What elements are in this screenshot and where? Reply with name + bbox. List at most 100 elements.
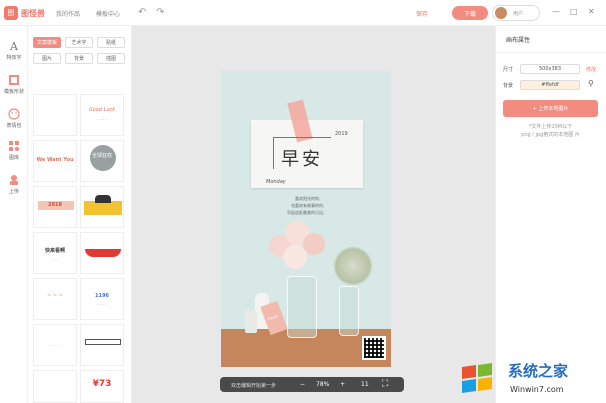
maximize-icon[interactable]: □ (570, 7, 578, 16)
close-icon[interactable]: ✕ (588, 7, 595, 16)
thumb-text: 2018 (48, 202, 62, 208)
rail-label: 特效字 (6, 55, 22, 61)
poster-flowers (269, 221, 327, 273)
rail-label: 模板形状 (3, 89, 24, 95)
panel-title: 画布属性 (506, 37, 531, 44)
poster-vase (287, 276, 317, 338)
size-input[interactable]: 500x383 (520, 64, 580, 74)
template-thumb[interactable]: 1196 · · · · (80, 278, 124, 320)
zoom-in-button[interactable]: + (340, 381, 345, 388)
background-color-input[interactable]: #ffefdf (520, 80, 580, 90)
rail-item-effect-text[interactable]: A 特效字 (0, 40, 28, 61)
template-thumb[interactable]: ~ ~ ~ (33, 278, 77, 320)
rail-label: 表情包 (6, 123, 22, 129)
thumb-text-sub: · · · · (96, 302, 108, 308)
template-thumb[interactable]: Good Luck · · · · (80, 94, 124, 136)
poster-line: 也喜欢有故事的你, (291, 203, 325, 208)
poster-babysbreath (333, 246, 373, 286)
rail-item-emoji[interactable]: 表情包 (0, 108, 28, 129)
template-thumb[interactable] (33, 94, 77, 136)
template-thumb[interactable] (33, 370, 77, 403)
watermark-url: Winwin7.com (510, 385, 564, 394)
poster[interactable]: 2019 早安 Monday 喜欢阳光的你, 也喜欢有故事的你, 早起追赶最美的… (221, 71, 391, 367)
left-rail: A 特效字 模板形状 表情包 图库 上传 (0, 26, 28, 403)
rail-item-shapes[interactable]: 模板形状 (0, 74, 28, 95)
zoom-hint: 双击编辑开始第一步 (231, 383, 277, 389)
zoom-out-button[interactable]: − (300, 381, 305, 388)
thumb-band (85, 249, 121, 257)
user-name: 用户 (513, 11, 524, 17)
template-thumb[interactable]: 全球狂欢 (80, 140, 124, 182)
thumb-text: 1196 (95, 293, 109, 299)
windows-logo-icon (456, 358, 500, 398)
canvas-properties-panel: 画布属性 尺寸 500x383 修改 背景 #ffefdf ⚲ + 上传本地图片… (495, 26, 606, 403)
template-thumb[interactable]: · · · · · (33, 324, 77, 366)
chip-sticker[interactable]: 贴纸 (97, 37, 125, 48)
thumb-text: Good Luck (88, 107, 116, 113)
rail-label: 上传 (8, 189, 19, 195)
template-thumb[interactable]: ¥73 (80, 370, 124, 403)
upload-hint-format: png / jpg格式的本地图 片 (521, 132, 580, 138)
thumb-text: 全球狂欢 (91, 153, 112, 159)
upload-hint-size: *文件上传20M以下 (528, 124, 573, 130)
template-thumb[interactable] (80, 324, 124, 366)
thumb-text: 快来看啊 (44, 248, 65, 254)
template-thumb[interactable] (80, 186, 124, 228)
template-panel: 文案模板 艺术字 贴纸 图片 背景 插图 Good Luck · · · · W… (28, 26, 132, 403)
zoom-extra: 11 (361, 381, 369, 388)
poster-jar (245, 311, 257, 333)
eyedropper-icon[interactable]: ⚲ (588, 79, 594, 88)
chip-background[interactable]: 背景 (65, 53, 93, 64)
chip-art-text[interactable]: 艺术字 (65, 37, 93, 48)
rail-label: 图库 (8, 155, 19, 161)
nav-template-center[interactable]: 模板中心 (96, 9, 120, 18)
upload-local-image-button[interactable]: + 上传本地图片 (503, 100, 598, 117)
chip-illustration[interactable]: 插图 (97, 53, 125, 64)
rail-item-upload[interactable]: 上传 (0, 174, 28, 195)
undo-icon[interactable]: ↶ (138, 7, 146, 18)
thumb-text: ¥73 (92, 379, 112, 389)
user-menu[interactable]: 用户 (492, 5, 540, 21)
rail-item-gallery[interactable]: 图库 (0, 140, 28, 161)
text-a-icon: A (9, 40, 19, 52)
background-label: 背景 (503, 83, 514, 89)
template-thumb[interactable]: 快来看啊 · · · (33, 232, 77, 274)
fit-screen-icon[interactable]: ⛶ (382, 379, 388, 389)
top-bar: 图 图怪兽 我的作品 模板中心 ↶ ↷ 保存 下载 用户 — □ ✕ (0, 0, 606, 26)
poster-year: 2019 (335, 131, 348, 137)
poster-qr-code[interactable] (362, 336, 386, 360)
thumb-band (85, 339, 121, 345)
thumb-text-sub: ~ ~ ~ (47, 293, 63, 299)
app-logo[interactable]: 图 图怪兽 (4, 4, 45, 22)
logo-text: 图怪兽 (21, 8, 45, 18)
redo-icon[interactable]: ↷ (156, 7, 164, 18)
minimize-icon[interactable]: — (552, 7, 560, 16)
download-button[interactable]: 下载 (452, 6, 488, 20)
nav-my-works[interactable]: 我的作品 (56, 9, 80, 18)
zoom-level: 78% (316, 381, 330, 388)
gallery-icon (9, 141, 19, 151)
thumb-text-sub: · · · · (96, 117, 108, 123)
upload-icon (10, 175, 18, 185)
poster-line: 喜欢阳光的你, (295, 196, 321, 201)
site-watermark: 系统之家 Winwin7.com (456, 352, 606, 403)
logo-mark: 图 (4, 6, 18, 20)
zoom-bar: 双击编辑开始第一步 − 78% + 11 ⛶ (220, 377, 404, 392)
template-thumb[interactable] (80, 232, 124, 274)
shape-icon (9, 75, 19, 85)
save-button[interactable]: 保存 (416, 9, 428, 18)
poster-title[interactable]: 早安 (281, 145, 323, 171)
emoji-icon (8, 108, 20, 120)
template-thumb[interactable]: We Want You (33, 140, 77, 182)
thumb-text-sub: · · · · · (47, 343, 63, 349)
template-thumb[interactable]: 2018 (33, 186, 77, 228)
chip-image[interactable]: 图片 (33, 53, 61, 64)
size-label: 尺寸 (503, 67, 514, 73)
thumb-band (84, 201, 122, 215)
chip-text-template[interactable]: 文案模板 (33, 37, 61, 48)
svg-text:A: A (9, 40, 19, 52)
thumb-text-sub: · · · (51, 257, 59, 263)
panel-divider (496, 52, 606, 53)
size-modify-button[interactable]: 修改 (586, 66, 596, 73)
canvas-area[interactable]: 2019 早安 Monday 喜欢阳光的你, 也喜欢有故事的你, 早起追赶最美的… (132, 26, 495, 403)
